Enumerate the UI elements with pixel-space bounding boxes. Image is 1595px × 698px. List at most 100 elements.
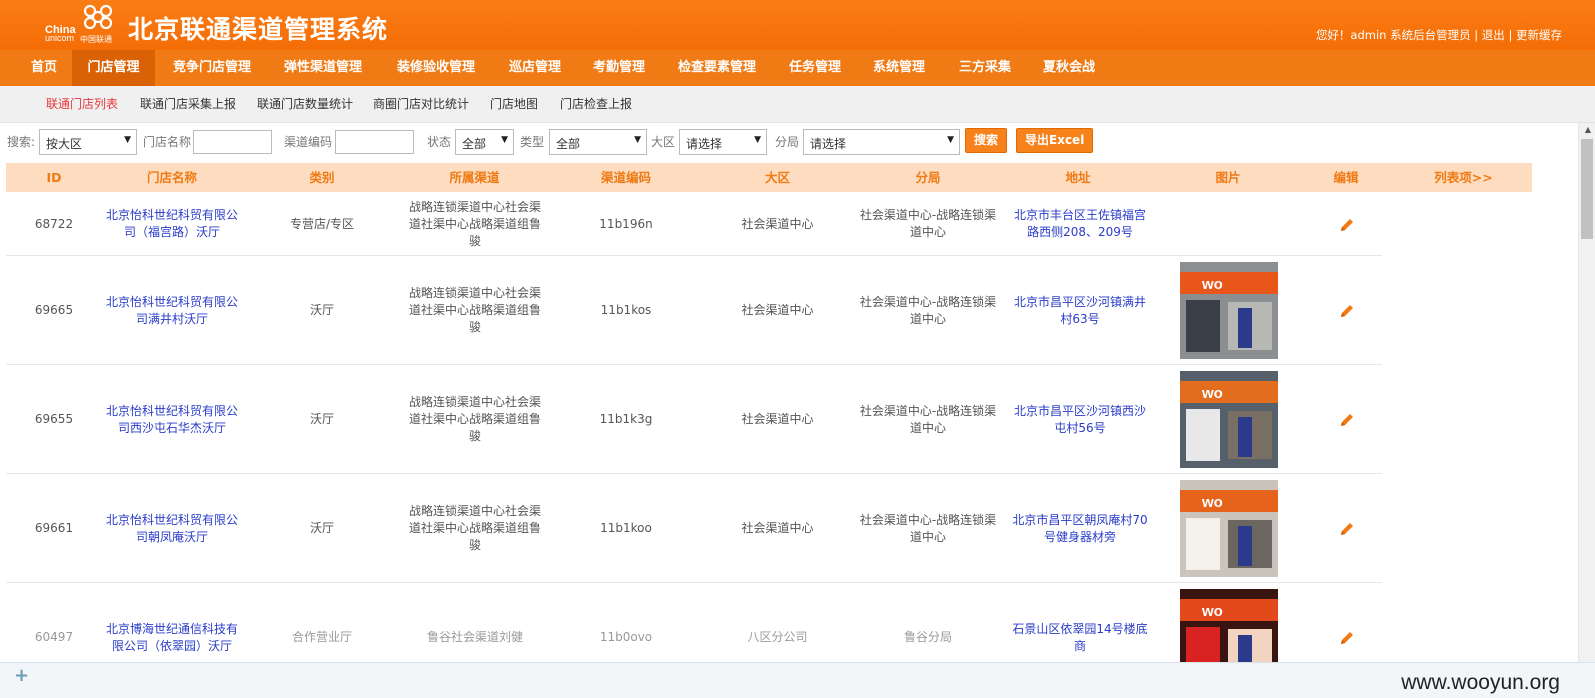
store-photo-thumbnail[interactable]: wo [1180, 371, 1278, 468]
svg-text:wo: wo [1201, 603, 1223, 620]
nav-item-inspection-elements[interactable]: 检查要素管理 [667, 50, 767, 86]
edit-pencil-icon[interactable] [1338, 629, 1356, 647]
channel-code-input[interactable] [335, 130, 414, 154]
nav-item-campaign[interactable]: 夏秋会战 [1034, 50, 1104, 86]
subnav-store-count[interactable]: 联通门店数量统计 [257, 86, 353, 123]
edit-pencil-icon[interactable] [1338, 216, 1356, 234]
branch-value: 请选择 [810, 137, 847, 151]
search-button[interactable]: 搜索 [965, 128, 1008, 153]
table-row: 68722 北京怡科世纪科贸有限公司（福宫路）沃厅 专营店/专区 战略连锁渠道中心社会… [6, 193, 1382, 256]
cell-address[interactable]: 北京市昌平区朝凤庵村70号健身器材旁 [1010, 475, 1150, 582]
status-label: 状态 [427, 135, 452, 149]
col-channel: 所属渠道 [449, 170, 500, 185]
col-list-options[interactable]: 列表项>> [1406, 163, 1521, 192]
nav-item-store-management[interactable]: 门店管理 [72, 50, 155, 86]
store-name-label: 门店名称 [143, 135, 192, 149]
nav-item-home[interactable]: 首页 [18, 50, 70, 86]
branch-select[interactable]: 请选择 ▼ [803, 129, 960, 155]
cell-branch: 社会渠道中心-战略连锁渠道中心 [859, 403, 997, 435]
subnav-store-list[interactable]: 联通门店列表 [46, 86, 118, 123]
cell-channel: 战略连锁渠道中心社会渠道社渠中心战略渠道组鲁骏 [408, 504, 541, 552]
channel-code-label: 渠道编码 [284, 135, 333, 149]
cell-branch: 社会渠道中心-战略连锁渠道中心 [859, 512, 997, 544]
nav-item-competitor-stores[interactable]: 竞争门店管理 [162, 50, 262, 86]
nav-item-elastic-channel[interactable]: 弹性渠道管理 [273, 50, 373, 86]
nav-item-decoration-acceptance[interactable]: 装修验收管理 [386, 50, 486, 86]
col-category: 类别 [309, 170, 335, 185]
cell-address[interactable]: 北京市昌平区沙河镇满井村63号 [1010, 257, 1150, 364]
unicom-logo: China unicom 中国联通 [42, 2, 122, 46]
cell-category: 沃厅 [309, 521, 334, 535]
cell-category: 沃厅 [309, 412, 334, 426]
search-mode-value: 按大区 [46, 137, 83, 151]
col-photo: 图片 [1215, 170, 1241, 185]
nav-item-system[interactable]: 系统管理 [864, 50, 934, 86]
store-photo-thumbnail[interactable]: wo [1180, 480, 1278, 577]
store-name-input[interactable] [193, 130, 272, 154]
edit-pencil-icon[interactable] [1338, 411, 1356, 429]
status-select[interactable]: 全部 ▼ [455, 129, 514, 155]
col-store-name: 门店名称 [146, 170, 197, 185]
nav-item-third-party[interactable]: 三方采集 [950, 50, 1020, 86]
col-id: ID [46, 170, 62, 185]
user-info-bar[interactable]: 您好！admin 系统后台管理员 | 退出 | 更新缓存 [1316, 27, 1562, 43]
col-region: 大区 [764, 170, 790, 185]
cell-name[interactable]: 北京怡科世纪科贸有限公司朝凤庵沃厅 [102, 475, 242, 582]
bottom-bar: + www.wooyun.org [0, 662, 1595, 698]
subnav-store-inspection[interactable]: 门店检查上报 [560, 86, 632, 123]
cell-address[interactable]: 北京市昌平区沙河镇西沙屯村56号 [1010, 366, 1150, 473]
svg-text:wo: wo [1201, 276, 1223, 293]
branch-label: 分局 [775, 135, 800, 149]
status-value: 全部 [462, 137, 487, 151]
table-header: ID 门店名称 类别 所属渠道 渠道编码 大区 分局 地址 图片 编辑 列表项>… [6, 163, 1532, 192]
logo-english-2: unicom [45, 33, 75, 43]
cell-region: 社会渠道中心 [741, 521, 814, 535]
search-mode-select[interactable]: 按大区 ▼ [39, 129, 137, 155]
cell-code: 11b1kos [600, 303, 652, 317]
main-nav: 首页 门店管理 竞争门店管理 弹性渠道管理 装修验收管理 巡店管理 考勤管理 检… [0, 50, 1595, 86]
cell-address[interactable]: 北京市丰台区王佐镇福宫路西侧208、209号 [1010, 193, 1150, 255]
nav-item-store-patrol[interactable]: 巡店管理 [500, 50, 570, 86]
plus-icon[interactable]: + [14, 665, 29, 686]
scrollbar-thumb[interactable] [1581, 139, 1593, 239]
cell-category: 沃厅 [309, 303, 334, 317]
chevron-down-icon: ▼ [754, 135, 761, 145]
region-select[interactable]: 请选择 ▼ [679, 129, 767, 155]
type-value: 全部 [556, 137, 581, 151]
cell-category: 专营店/专区 [289, 216, 355, 231]
nav-item-tasks[interactable]: 任务管理 [780, 50, 850, 86]
edit-pencil-icon[interactable] [1338, 520, 1356, 538]
col-branch: 分局 [915, 170, 941, 185]
subnav-store-collection[interactable]: 联通门店采集上报 [140, 86, 236, 123]
chevron-down-icon: ▼ [634, 135, 641, 145]
cell-name[interactable]: 北京怡科世纪科贸有限公司西沙屯石华杰沃厅 [102, 366, 242, 473]
table-row: 69661 北京怡科世纪科贸有限公司朝凤庵沃厅 沃厅 战略连锁渠道中心社会渠道社渠中心… [6, 475, 1382, 583]
nav-item-attendance[interactable]: 考勤管理 [584, 50, 654, 86]
subnav-district-compare[interactable]: 商圈门店对比统计 [373, 86, 469, 123]
cell-channel: 战略连锁渠道中心社会渠道社渠中心战略渠道组鲁骏 [408, 395, 541, 443]
cell-name[interactable]: 北京怡科世纪科贸有限公司满井村沃厅 [102, 257, 242, 364]
export-excel-button[interactable]: 导出Excel [1016, 128, 1094, 153]
edit-pencil-icon[interactable] [1338, 302, 1356, 320]
cell-id: 68722 [34, 216, 74, 231]
chevron-down-icon: ▼ [124, 135, 131, 145]
cell-channel: 战略连锁渠道中心社会渠道社渠中心战略渠道组鲁骏 [408, 199, 541, 248]
search-label: 搜索: [7, 135, 36, 149]
store-photo-thumbnail[interactable]: wo [1180, 262, 1278, 359]
table-row: 69665 北京怡科世纪科贸有限公司满井村沃厅 沃厅 战略连锁渠道中心社会渠道社渠中心… [6, 257, 1382, 365]
cell-region: 社会渠道中心 [741, 412, 814, 426]
scroll-up-icon[interactable]: ▲ [1585, 125, 1591, 134]
cell-id: 69655 [34, 412, 74, 426]
cell-code: 11b1k3g [599, 412, 653, 426]
cell-code: 11b1koo [600, 521, 652, 535]
col-edit: 编辑 [1333, 170, 1359, 185]
type-select[interactable]: 全部 ▼ [549, 129, 647, 155]
cell-id: 69665 [34, 303, 74, 317]
region-value: 请选择 [686, 137, 723, 151]
col-address: 地址 [1065, 170, 1091, 185]
subnav-store-map[interactable]: 门店地图 [490, 86, 538, 123]
cell-code: 11b196n [599, 216, 653, 231]
cell-name[interactable]: 北京怡科世纪科贸有限公司（福宫路）沃厅 [102, 193, 242, 255]
cell-branch: 社会渠道中心-战略连锁渠道中心 [859, 208, 997, 239]
cell-id: 69661 [34, 521, 74, 535]
